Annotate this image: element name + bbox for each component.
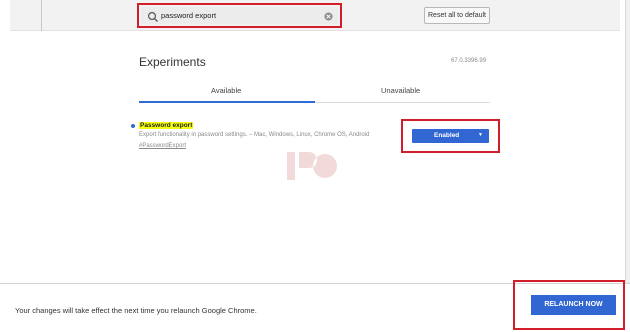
experiment-state-value: Enabled: [434, 132, 460, 139]
relaunch-annotation-box: RELAUNCH NOW: [513, 280, 625, 330]
clear-search-icon[interactable]: [324, 12, 333, 21]
search-icon: [147, 11, 158, 22]
tab-divider: [315, 102, 490, 103]
state-annotation-box: Enabled ▼: [401, 119, 500, 153]
experiment-state-select[interactable]: Enabled ▼: [412, 129, 489, 143]
experiment-status-dot: [131, 124, 135, 128]
search-value: password export: [161, 11, 217, 20]
experiment-link[interactable]: #PasswordExport: [139, 143, 186, 149]
reset-all-button[interactable]: Reset all to default: [424, 7, 490, 24]
tab-unavailable[interactable]: Unavailable: [381, 86, 420, 95]
page-title: Experiments: [139, 55, 206, 69]
experiment-name: Password export: [139, 122, 194, 129]
search-annotation-box: password export: [137, 3, 342, 28]
tab-available[interactable]: Available: [211, 86, 241, 95]
header-divider: [41, 0, 42, 31]
relaunch-button[interactable]: RELAUNCH NOW: [531, 295, 616, 315]
chevron-down-icon: ▼: [478, 132, 483, 138]
watermark-logo: [287, 152, 345, 180]
experiment-description: Export functionality in password setting…: [139, 132, 370, 138]
version-label: 67.0.3396.99: [451, 58, 487, 64]
relaunch-footer: Your changes will take effect the next t…: [0, 280, 630, 332]
search-input[interactable]: password export: [141, 7, 338, 24]
scrollbar[interactable]: [625, 0, 630, 283]
relaunch-message: Your changes will take effect the next t…: [15, 306, 257, 315]
active-tab-indicator: [139, 101, 315, 103]
